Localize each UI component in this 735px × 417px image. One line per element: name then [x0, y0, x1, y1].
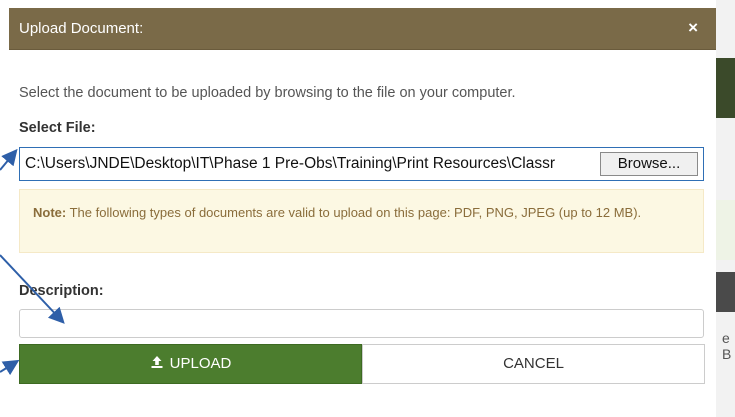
upload-icon: [150, 345, 164, 383]
select-file-label: Select File:: [19, 120, 96, 136]
file-picker[interactable]: C:\Users\JNDE\Desktop\IT\Phase 1 Pre-Obs…: [19, 147, 704, 181]
dialog-title: Upload Document:: [19, 20, 144, 37]
upload-document-dialog: Upload Document: × Select the document t…: [9, 8, 716, 417]
background-edge-text: e B: [722, 330, 732, 362]
description-input[interactable]: [19, 309, 704, 338]
cancel-button[interactable]: CANCEL: [362, 344, 705, 384]
dialog-intro-text: Select the document to be uploaded by br…: [19, 85, 516, 101]
background-dark-strip: [716, 272, 735, 312]
file-type-note: Note: The following types of documents a…: [19, 189, 704, 253]
background-panel-strip: [716, 200, 735, 260]
note-text: The following types of documents are val…: [66, 205, 642, 220]
file-path-field[interactable]: C:\Users\JNDE\Desktop\IT\Phase 1 Pre-Obs…: [20, 148, 598, 180]
note-prefix: Note:: [33, 205, 67, 220]
description-label: Description:: [19, 283, 104, 299]
background-header-strip: [716, 58, 735, 118]
upload-button-label: UPLOAD: [169, 355, 232, 372]
browse-button[interactable]: Browse...: [600, 152, 698, 176]
dialog-header: Upload Document: ×: [9, 8, 716, 50]
close-icon[interactable]: ×: [688, 18, 698, 38]
upload-button[interactable]: UPLOAD: [19, 344, 362, 384]
